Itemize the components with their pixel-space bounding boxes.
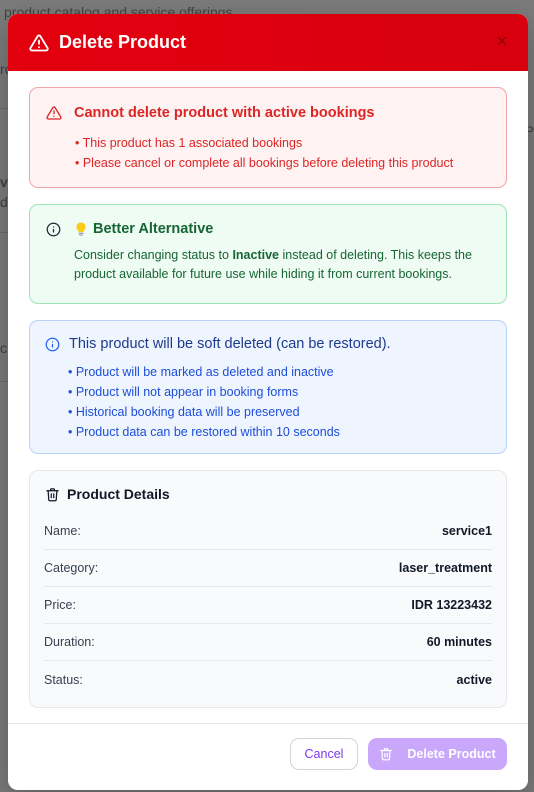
dialog-footer: Cancel Delete Product <box>8 723 528 790</box>
list-item: • Please cancel or complete all bookings… <box>75 156 454 170</box>
soft-delete-title: This product will be soft deleted (can b… <box>69 336 391 352</box>
detail-value: active <box>456 672 492 687</box>
detail-value: IDR 13223432 <box>411 598 492 612</box>
detail-label: Category: <box>44 561 99 575</box>
close-button[interactable]: × <box>492 31 512 51</box>
alternative-text: Consider changing status to <box>74 248 233 262</box>
product-details-title: Product Details <box>67 486 170 502</box>
error-list: • This product has 1 associated bookings… <box>75 133 453 173</box>
dialog-title: Delete Product <box>59 32 187 52</box>
alternative-alert: Better Alternative Consider changing sta… <box>29 204 507 304</box>
detail-label: Status: <box>44 672 83 687</box>
detail-label: Duration: <box>44 635 95 649</box>
list-item: • Product data can be restored within 10… <box>68 425 340 439</box>
lightbulb-icon <box>75 222 87 236</box>
info-icon <box>45 337 60 352</box>
inactive-status-text: Inactive <box>232 248 279 262</box>
warning-triangle-icon <box>46 105 62 121</box>
info-icon <box>46 222 61 237</box>
delete-product-label: Delete Product <box>407 747 496 761</box>
background-divider <box>0 232 8 233</box>
details-list: Name: service1 Category: laser_treatment… <box>44 513 492 698</box>
background-divider <box>0 381 8 382</box>
background-divider <box>0 108 8 109</box>
background-fragment: c <box>0 340 7 356</box>
product-details-card: Product Details Name: service1 Category:… <box>29 470 507 708</box>
list-item: • This product has 1 associated bookings <box>75 136 303 150</box>
detail-value: 60 minutes <box>426 635 492 649</box>
soft-delete-info: This product will be soft deleted (can b… <box>29 320 507 454</box>
trash-icon <box>45 487 60 502</box>
detail-row-status: Status: active <box>44 661 492 698</box>
detail-value: service1 <box>441 524 492 538</box>
list-item: • Historical booking data will be preser… <box>68 405 300 419</box>
detail-row-category: Category: laser_treatment <box>44 550 492 587</box>
soft-delete-list: • Product will be marked as deleted and … <box>68 362 340 442</box>
list-item: • Product will not appear in booking for… <box>68 385 299 399</box>
trash-icon <box>379 747 393 761</box>
detail-label: Name: <box>44 524 81 538</box>
detail-value: laser_treatment <box>398 561 492 575</box>
dialog-header: Delete Product × <box>8 14 528 71</box>
delete-product-dialog: Delete Product × Cannot delete product w… <box>8 14 528 790</box>
alternative-description: Consider changing status to Inactive ins… <box>74 246 492 284</box>
error-alert: Cannot delete product with active bookin… <box>29 87 507 188</box>
error-title: Cannot delete product with active bookin… <box>74 105 375 121</box>
delete-product-button[interactable]: Delete Product <box>368 738 507 770</box>
cancel-button[interactable]: Cancel <box>290 738 358 770</box>
warning-triangle-icon <box>29 33 49 53</box>
dialog-body: Cannot delete product with active bookin… <box>8 71 528 723</box>
background-fragment: d <box>0 194 8 210</box>
detail-label: Price: <box>44 598 76 612</box>
alternative-title: Better Alternative <box>93 221 214 237</box>
detail-row-price: Price: IDR 13223432 <box>44 587 492 624</box>
close-icon: × <box>496 30 508 51</box>
detail-row-name: Name: service1 <box>44 513 492 550</box>
list-item: • Product will be marked as deleted and … <box>68 365 334 379</box>
detail-row-duration: Duration: 60 minutes <box>44 624 492 661</box>
